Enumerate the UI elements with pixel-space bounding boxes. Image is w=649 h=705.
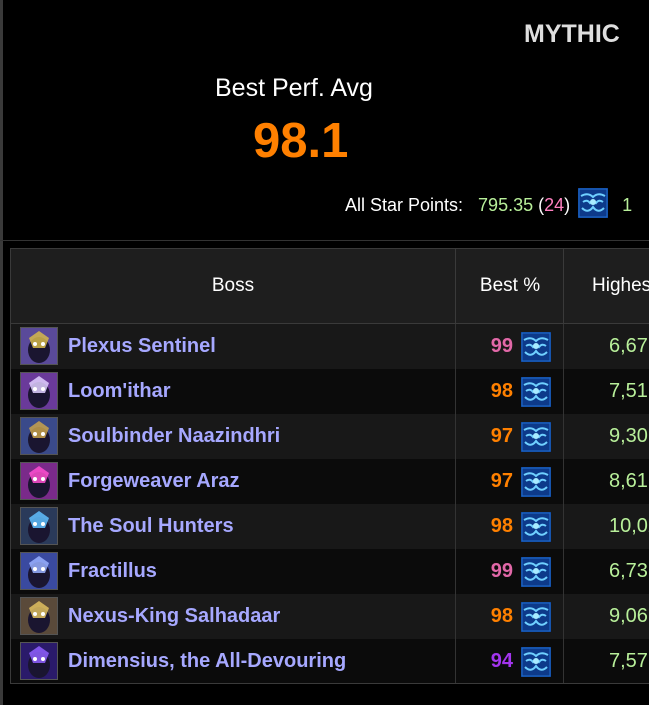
all-star-points: All Star Points: 795.35 (24) 1	[345, 187, 633, 223]
highest-value: 10,02	[609, 515, 649, 537]
column-divider	[563, 549, 564, 594]
highest-value: 7,51	[609, 380, 648, 402]
soulbinder-naazindhri-icon	[20, 417, 58, 455]
table-row[interactable]: Soulbinder Naazindhri 97 9,30	[11, 414, 649, 460]
all-star-points-paren-close: )	[564, 194, 571, 215]
frost-spec-icon	[578, 187, 609, 223]
column-divider	[563, 459, 564, 504]
all-star-points-rank[interactable]: 24	[544, 195, 564, 216]
boss-name-link[interactable]: Plexus Sentinel	[68, 324, 216, 369]
best-percent[interactable]: 97	[455, 459, 513, 504]
table-row[interactable]: Forgeweaver Araz 97 8,61	[11, 459, 649, 505]
column-header-highest[interactable]: Highes	[563, 249, 649, 323]
soul-hunters-icon	[20, 507, 58, 545]
best-percent[interactable]: 97	[455, 414, 513, 459]
fractillus-icon	[20, 552, 58, 590]
boss-name-link[interactable]: Soulbinder Naazindhri	[68, 414, 280, 459]
column-header-boss[interactable]: Boss	[11, 249, 455, 323]
table-row[interactable]: The Soul Hunters 98 10,02	[11, 504, 649, 550]
column-divider	[563, 369, 564, 414]
column-divider	[563, 594, 564, 639]
boss-name-link[interactable]: Nexus-King Salhadaar	[68, 594, 280, 639]
highest-value: 7,57	[609, 650, 648, 672]
highest-value: 9,30	[609, 425, 648, 447]
table-row[interactable]: Plexus Sentinel 99 6,67	[11, 324, 649, 370]
frost-spec-icon	[521, 602, 551, 637]
table-header: Boss Best % Highes	[11, 249, 649, 324]
boss-name-link[interactable]: Forgeweaver Araz	[68, 459, 240, 504]
best-percent[interactable]: 98	[455, 594, 513, 639]
boss-name-link[interactable]: The Soul Hunters	[68, 504, 234, 549]
boss-name-link[interactable]: Fractillus	[68, 549, 157, 594]
highest-value: 8,61	[609, 470, 648, 492]
table-row[interactable]: Loom'ithar 98 7,51	[11, 369, 649, 415]
plexus-sentinel-icon	[20, 327, 58, 365]
column-divider	[563, 504, 564, 549]
difficulty-label: MYTHIC	[524, 20, 620, 48]
frost-spec-icon	[521, 647, 551, 682]
column-divider	[563, 324, 564, 369]
best-percent[interactable]: 98	[455, 369, 513, 414]
frost-spec-icon	[521, 377, 551, 412]
highest-value: 6,67	[609, 335, 648, 357]
boss-name-link[interactable]: Dimensius, the All-Devouring	[68, 639, 346, 683]
section-divider	[0, 240, 649, 241]
table-row[interactable]: Dimensius, the All-Devouring 94 7,57	[11, 639, 649, 683]
boss-table: Boss Best % Highes Plexus Sentinel 99 6,67…	[10, 248, 649, 684]
all-star-points-label: All Star Points:	[345, 194, 464, 215]
nexus-king-salhadaar-icon	[20, 597, 58, 635]
highest-value: 6,73	[609, 560, 648, 582]
table-row[interactable]: Nexus-King Salhadaar 98 9,06	[11, 594, 649, 640]
left-border	[0, 0, 3, 705]
best-percent[interactable]: 99	[455, 324, 513, 369]
column-header-best-percent[interactable]: Best %	[455, 249, 564, 323]
all-star-points-value: 795.35	[478, 194, 534, 215]
dimensius-icon	[20, 642, 58, 680]
table-row[interactable]: Fractillus 99 6,73	[11, 549, 649, 595]
boss-name-link[interactable]: Loom'ithar	[68, 369, 171, 414]
frost-spec-icon	[521, 557, 551, 592]
forgeweaver-araz-icon	[20, 462, 58, 500]
loomithar-icon	[20, 372, 58, 410]
column-divider	[563, 639, 564, 683]
best-percent[interactable]: 94	[455, 639, 513, 683]
best-percent[interactable]: 98	[455, 504, 513, 549]
best-perf-avg-label: Best Perf. Avg	[215, 74, 373, 102]
frost-spec-icon	[521, 512, 551, 547]
frost-spec-icon	[521, 422, 551, 457]
all-star-points-clipped: 1	[622, 194, 633, 215]
column-divider	[563, 414, 564, 459]
frost-spec-icon	[521, 332, 551, 367]
frost-spec-icon	[521, 467, 551, 502]
best-perf-avg-value: 98.1	[253, 114, 349, 168]
highest-value: 9,06	[609, 605, 648, 627]
best-percent[interactable]: 99	[455, 549, 513, 594]
